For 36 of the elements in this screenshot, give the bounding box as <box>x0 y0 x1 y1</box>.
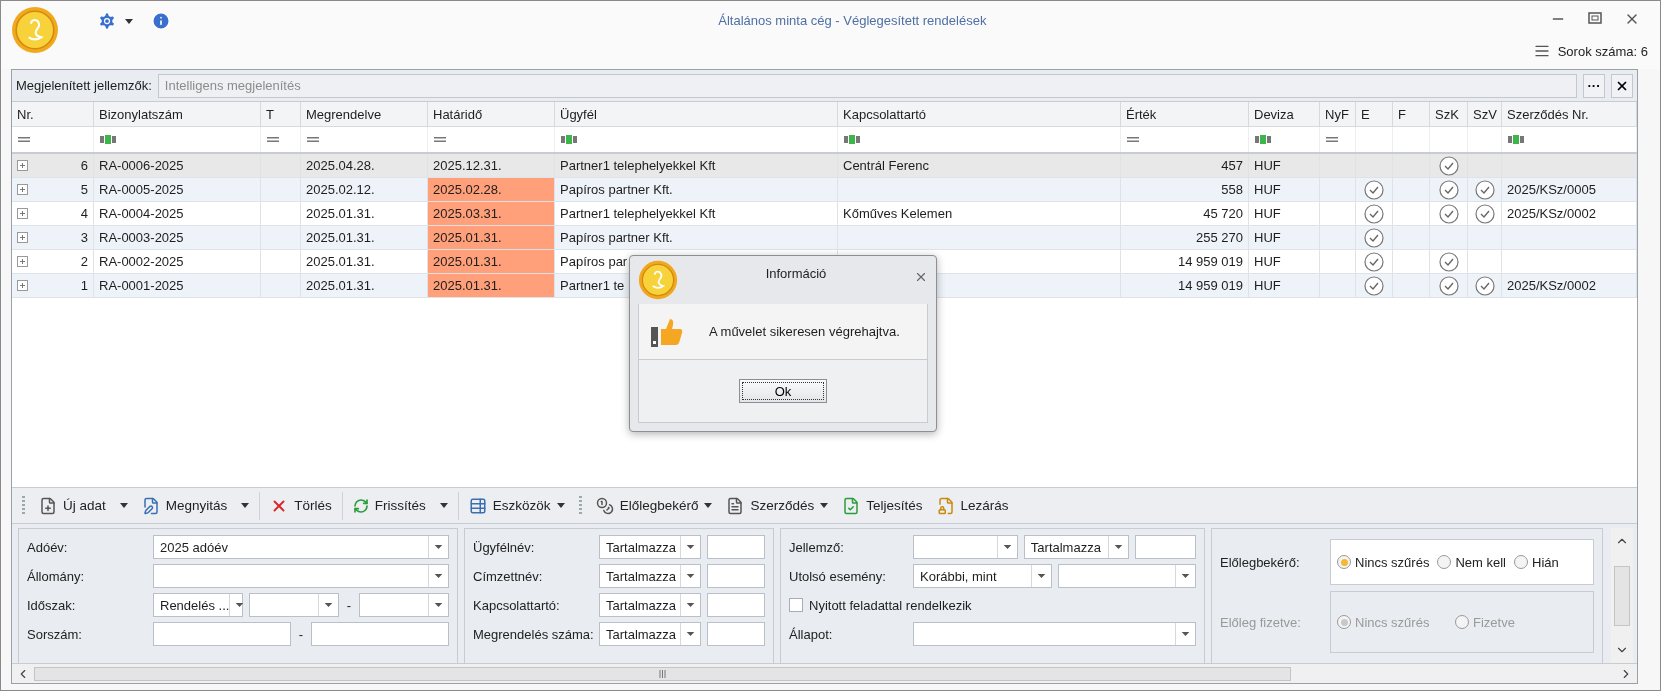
field-label: Címzettnév: <box>473 568 544 584</box>
radio-option: Nincs szűrés <box>1337 614 1447 630</box>
dialog-message: A művelet sikeresen végrehajtva. <box>709 324 900 339</box>
row-number: 3 <box>80 230 88 245</box>
field-label: Adóév: <box>27 539 69 555</box>
field-label: Kapcsolattartó: <box>473 597 561 613</box>
table-cell: 2025.01.31. <box>428 226 555 250</box>
table-cell: 2025.02.28. <box>428 178 555 202</box>
field-label: Időszak: <box>27 597 77 613</box>
radio-option: Fizetve <box>1455 614 1565 630</box>
field-label: Megjelenített jellemzők: <box>16 78 152 93</box>
table-cell: 2025.01.31. <box>428 250 555 274</box>
table-cell: 2025/KSz/0002 <box>1502 274 1637 298</box>
field-label: Előleg fizetve: <box>1220 614 1302 630</box>
row-count: Sorok száma: 6 <box>1557 43 1648 59</box>
field-label: Jellemző: <box>789 539 845 555</box>
field-label: Ügyfélnév: <box>473 539 536 555</box>
table-cell: 14 959 019 <box>1121 274 1249 298</box>
table-cell: 2025.01.31. <box>428 274 555 298</box>
range-dash: - <box>297 626 305 642</box>
row-number: 4 <box>80 206 88 221</box>
row-number: 2 <box>80 254 88 269</box>
table-cell: HUF <box>1249 274 1320 298</box>
field-label: Megrendelés száma: <box>473 626 593 642</box>
row-number: 1 <box>80 278 88 293</box>
window-title: Általános minta cég - Véglegesített rendelések <box>718 13 987 30</box>
field-label: Utolsó esemény: <box>789 568 887 584</box>
table-cell: RA-0001-2025 <box>94 274 261 298</box>
field-label: Sorszám: <box>27 626 83 642</box>
field-label: Állomány: <box>27 568 86 584</box>
table-cell: 2025.03.31. <box>428 202 555 226</box>
field-label: Előlegbekérő: <box>1220 554 1301 570</box>
row-number: 6 <box>80 158 88 173</box>
row-number: 5 <box>80 182 88 197</box>
range-dash: - <box>345 597 353 613</box>
field-label: Állapot: <box>789 626 834 642</box>
